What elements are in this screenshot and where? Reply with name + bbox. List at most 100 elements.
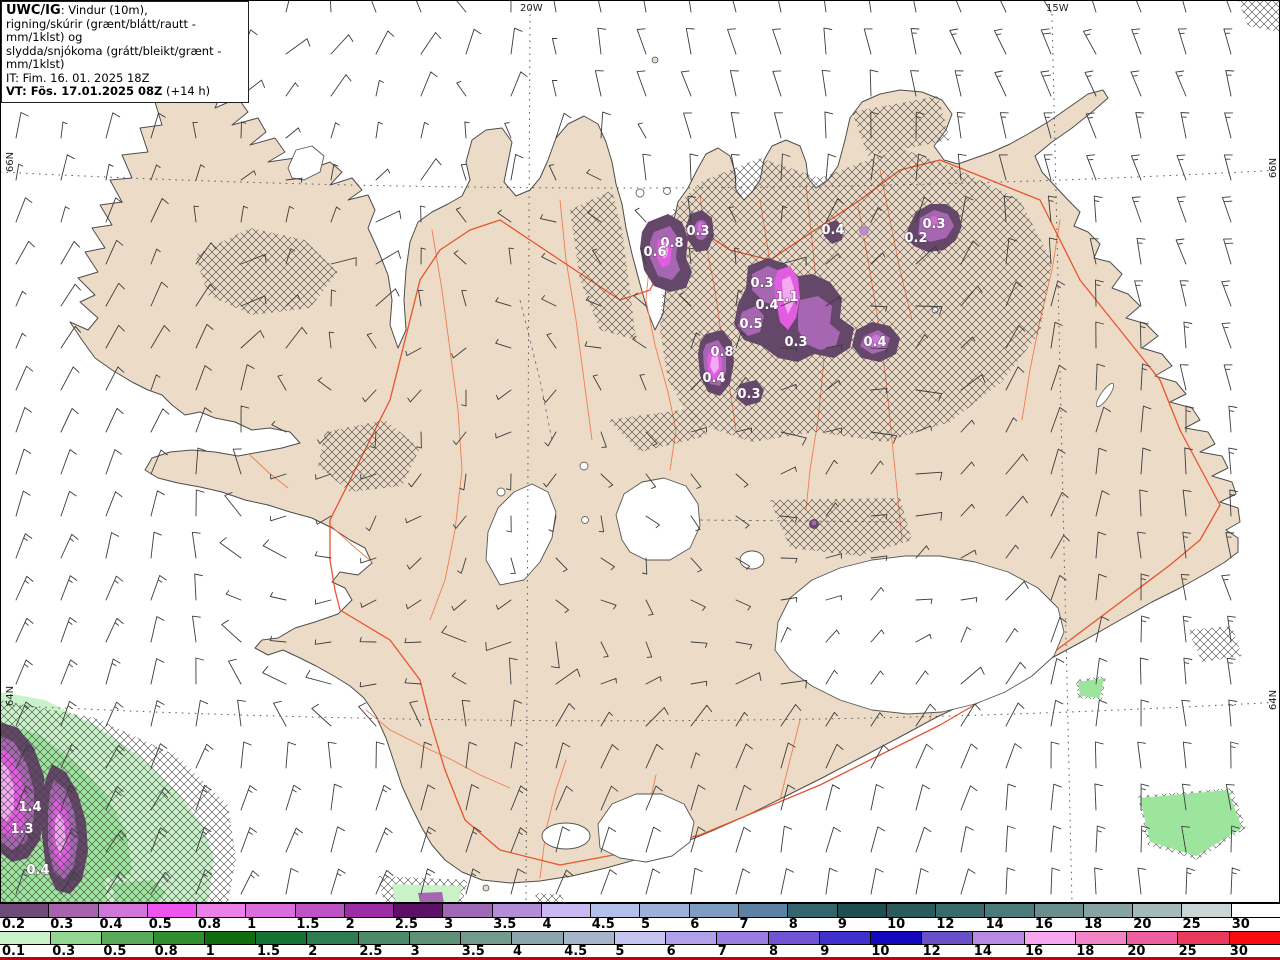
weather-map-page: { "header": { "product": "UWC/IG", "line… [0,0,1280,960]
parallel-label: 66N [1268,158,1279,178]
rain-scale-segment [245,904,295,917]
rain-scale-tick-label: 12 [936,917,955,932]
parallel-label: 66N [5,152,16,172]
snow-scale-segment [460,932,512,944]
rain-scale-tick-label: 3 [444,917,454,932]
precip-value-label: 0.2 [904,231,927,246]
snow-scale-segment [716,932,768,944]
rain-scale-colors [0,903,1280,918]
snow-scale-segment [152,932,204,944]
rain-scale-segment [1082,904,1133,917]
rain-scale-segment [787,904,837,917]
rain-scale-tick-label: 3.5 [493,917,517,932]
glacier-eyjafjallajokull [541,822,591,850]
rain-scale-segment [393,904,443,917]
snow-scale-segment [869,932,922,944]
precip-value-label: 0.6 [643,245,666,260]
snow-scale-segment [1023,932,1075,944]
rain-scale-segment [590,904,640,917]
glacier-tungnafellsjokull [739,550,765,570]
rain-scale-segment [48,904,98,917]
rain-scale-tick-label: 0.2 [2,917,26,932]
rain-scale-tick-label: 6 [690,917,700,932]
snow-scale-segment [1074,932,1127,944]
snow-scale-segment [818,932,870,944]
rain-scale-segment [1132,904,1182,917]
rain-scale-segment [343,904,394,917]
precip-value-label: 0.5 [739,317,762,332]
precip-value-label: 0.8 [710,345,733,360]
snow-scale-segment [101,932,153,944]
rain-scale-tick-label: 0.8 [197,917,221,932]
rain-scale-tick-label: 9 [837,917,847,932]
rain-scale-segment [146,904,197,917]
rain-scale-tick-label: 7 [739,917,749,932]
precip-value-label: 0.3 [784,335,807,350]
island-grimsey [651,56,659,64]
rain-scale-segment [540,904,591,917]
rain-scale-tick-label: 1 [247,917,257,932]
rain-scale-segment [97,904,147,917]
snow-scale-segment [1126,932,1178,944]
rain-scale-tick-label: 8 [788,917,798,932]
rain-scale-segment [442,904,492,917]
rain-scale-tick-label: 10 [887,917,906,932]
rain-scale-tick-label: 30 [1231,917,1250,932]
rain-scale-segment [1230,904,1280,917]
precip-value-label: 0.4 [863,335,886,350]
parallel-label: 64N [5,686,16,706]
snow-scale-segment [255,932,307,944]
precip-value-label: 1.3 [10,822,33,837]
precip-value-label: 0.3 [686,224,709,239]
rain-scale-tick-label: 5 [641,917,651,932]
rain-scale-tick-label: 1.5 [296,917,320,932]
rain-scale-segment [294,904,344,917]
rain-scale-tick-label: 20 [1133,917,1152,932]
rain-scale-segment [0,904,49,917]
rain-scale-segment [737,904,788,917]
rain-scale-tick-label: 2 [345,917,355,932]
init-time: IT: Fim. 16. 01. 2025 18Z [6,70,150,85]
snow-scale-labels: 0.1 0.3 0.5 0.8 1 1.5 2 2.5 3 3.5 4 4.5 5 6 7 8 9 10 12 14 1… [0,944,1280,959]
title-box: UWC/IG: Vindur (10m), rigning/skúrir (gr… [1,1,249,103]
rain-scale-segment [1181,904,1231,917]
snow-scale-segment [203,932,256,944]
title-line-1: UWC/IG: Vindur (10m), [6,3,148,18]
snow-scale-segment [972,932,1024,944]
snow-scale-colors [0,931,1280,945]
rain-scale-tick-label: 0.5 [148,917,172,932]
rain-scale-tick-label: 4 [542,917,552,932]
precip-value-label: 0.4 [702,371,725,386]
iceland-weather-map: 20W 15W 66N 66N 64N 64N 0.3 0.8 0.6 0.4 0.3 0… [0,0,1280,903]
island-vestmannaeyjar [482,884,490,892]
meridian-label: 20W [520,3,543,14]
valid-time: VT: Fös. 17.01.2025 08Z (+14 h) [6,84,211,98]
snow-scale-segment [1177,932,1229,944]
snow-scale-segment [408,932,461,944]
rain-scale-tick-label: 18 [1084,917,1103,932]
rain-scale-tick-label: 2.5 [394,917,418,932]
snow-scale-segment [921,932,973,944]
precip-value-label: 0.4 [26,863,49,878]
rain-scale-segment [935,904,985,917]
precip-value-label: 0.3 [750,276,773,291]
snow-scale-segment [306,932,358,944]
rain-scale-segment [196,904,246,917]
precip-value-label: 1.1 [775,290,798,305]
precip-value-label: 0.3 [737,387,760,402]
snow-scale-segment [562,932,614,944]
snow-scale-segment [1228,932,1280,944]
rain-scale-tick-label: 0.3 [50,917,74,932]
precip-value-label: 0.4 [821,223,844,238]
precip-value-label: 1.4 [18,800,41,815]
parallel-label: 64N [1268,690,1279,710]
product-code: UWC/IG [6,3,61,18]
rain-scale-segment [836,904,886,917]
snow-scale-segment [511,932,563,944]
rain-scale-segment [491,904,541,917]
precip-value-label: 0.3 [922,217,945,232]
rain-scale-tick-label: 4.5 [591,917,615,932]
rain-scale-segment [885,904,936,917]
rain-scale-segment [984,904,1034,917]
rain-scale-tick-label: 16 [1034,917,1053,932]
